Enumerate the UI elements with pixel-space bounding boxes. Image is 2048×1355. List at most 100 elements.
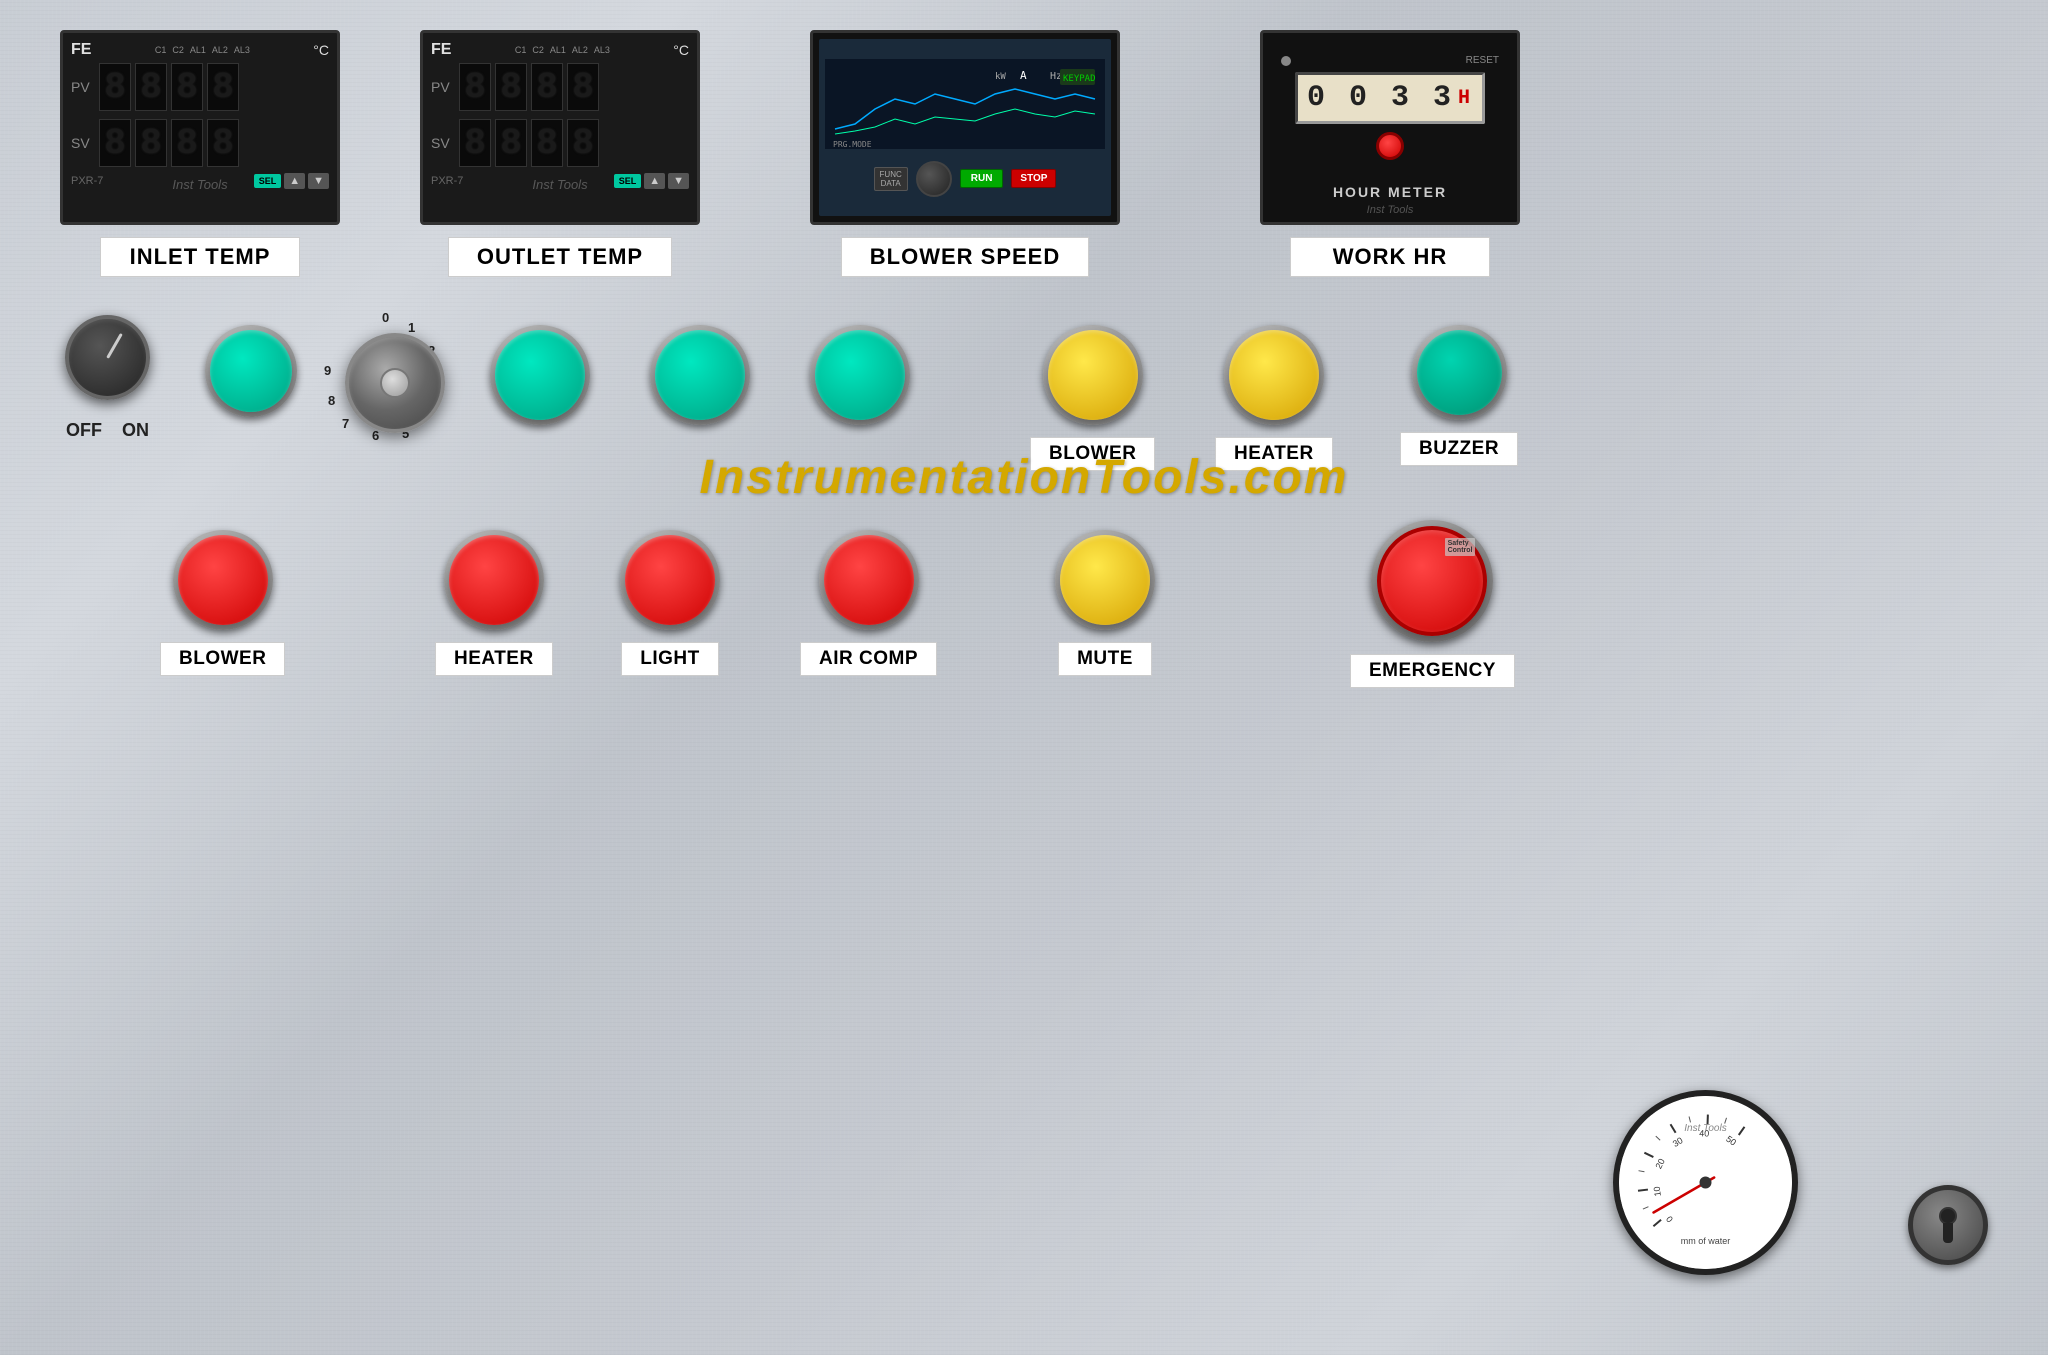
- air-comp-btn-label: AIR COMP: [800, 642, 937, 676]
- svg-text:mm of water: mm of water: [1681, 1236, 1731, 1246]
- outlet-temp-display: FE C1 C2 AL1 AL2 AL3 °C PV: [420, 30, 700, 225]
- blower-speed-group: Hz A kW PRG.MODE KEYPAD FUNCDATA RUN STO…: [810, 30, 1120, 277]
- power-rotary-switch[interactable]: [65, 315, 150, 400]
- emergency-btn-label: EMERGENCY: [1350, 654, 1515, 688]
- inlet-temp-label: INLET TEMP: [100, 237, 300, 277]
- blower-indicator[interactable]: [1048, 330, 1138, 420]
- emergency-btn-area: SafetyControl EMERGENCY: [1350, 520, 1515, 688]
- heater-btn-area: HEATER: [435, 530, 553, 676]
- blower-func-btn[interactable]: FUNCDATA: [874, 167, 908, 191]
- knob-center: [380, 368, 410, 398]
- blower-run-btn[interactable]: RUN: [960, 169, 1004, 188]
- work-hr-label: WORK HR: [1290, 237, 1490, 277]
- inlet-temp-display: FE C1 C2 AL1 AL2 AL3 °C PV: [60, 30, 340, 225]
- light-btn-ring: [620, 530, 720, 630]
- pxr-sv-display-1: [99, 119, 239, 167]
- teal-btn-1-area: [490, 325, 590, 425]
- blower-button[interactable]: [178, 535, 268, 625]
- blower-indicator-ring: [1043, 325, 1143, 425]
- pxr-model-2: PXR-7: [431, 175, 463, 187]
- selector-knob[interactable]: [345, 333, 445, 433]
- hour-meter-dot: [1281, 56, 1291, 66]
- watermark: InstrumentationTools.com: [700, 450, 1349, 505]
- teal-button-3[interactable]: [815, 330, 905, 420]
- light-btn-label: LIGHT: [621, 642, 719, 676]
- blower-btn-ring: [173, 530, 273, 630]
- power-on-indicator[interactable]: [210, 330, 292, 412]
- svg-text:A: A: [1020, 69, 1027, 82]
- power-switch-area: OFF ON: [65, 315, 150, 441]
- teal-btn-1-ring: [490, 325, 590, 425]
- hour-meter-reading: 0 0 3 3: [1307, 81, 1454, 115]
- heater-button[interactable]: [449, 535, 539, 625]
- pxr-model-1: PXR-7: [71, 175, 103, 187]
- gauge-svg: 0 10 20 30 40 50: [1619, 1096, 1792, 1269]
- pxr-up-btn-2[interactable]: ▲: [644, 173, 665, 189]
- off-label: OFF: [66, 420, 102, 441]
- svg-text:50: 50: [1724, 1134, 1738, 1148]
- blower-btn-label: BLOWER: [160, 642, 285, 676]
- teal-btn-3-ring: [810, 325, 910, 425]
- svg-text:30: 30: [1671, 1135, 1685, 1149]
- air-comp-button[interactable]: [824, 535, 914, 625]
- heater-indicator[interactable]: [1229, 330, 1319, 420]
- selector-knob-area: 0 1 2 3 4 5 6 7 8 9: [320, 308, 470, 458]
- buzzer-area: BUZZER: [1400, 325, 1518, 466]
- light-btn-area: LIGHT: [620, 530, 720, 676]
- teal-btn-2-ring: [650, 325, 750, 425]
- air-comp-btn-area: AIR COMP: [800, 530, 937, 676]
- blower-btn-area: BLOWER: [160, 530, 285, 676]
- keyhole-area: [1908, 1185, 1988, 1265]
- svg-text:PRG.MODE: PRG.MODE: [833, 140, 872, 149]
- control-panel: FE C1 C2 AL1 AL2 AL3 °C PV: [0, 0, 2048, 1355]
- pxr-sv-display-2: [459, 119, 599, 167]
- blower-stop-btn[interactable]: STOP: [1011, 169, 1056, 188]
- on-label: ON: [122, 420, 149, 441]
- mute-btn-label: MUTE: [1058, 642, 1152, 676]
- emergency-button[interactable]: SafetyControl: [1377, 526, 1487, 636]
- blower-speed-label: BLOWER SPEED: [841, 237, 1089, 277]
- mute-btn-ring: [1055, 530, 1155, 630]
- pxr-pv-display-1: [99, 63, 239, 111]
- pxr-sel-btn-1[interactable]: SEL: [254, 174, 282, 188]
- light-button[interactable]: [625, 535, 715, 625]
- blower-knob[interactable]: [916, 161, 952, 197]
- heater-btn-label: HEATER: [435, 642, 553, 676]
- inst-tools-mark-1: Inst Tools: [172, 177, 227, 192]
- buzzer-button[interactable]: [1417, 330, 1502, 415]
- outlet-temp-label: OUTLET TEMP: [448, 237, 672, 277]
- teal-button-2[interactable]: [655, 330, 745, 420]
- hour-meter-red-dot: [1376, 132, 1404, 160]
- pxr-up-btn-1[interactable]: ▲: [284, 173, 305, 189]
- keyhole[interactable]: [1908, 1185, 1988, 1265]
- gauge-area: 0 10 20 30 40 50: [1613, 1090, 1798, 1275]
- svg-text:KEYPAD: KEYPAD: [1063, 74, 1096, 84]
- teal-button-1[interactable]: [495, 330, 585, 420]
- buzzer-ring: [1412, 325, 1507, 420]
- mute-button[interactable]: [1060, 535, 1150, 625]
- pressure-gauge: 0 10 20 30 40 50: [1613, 1090, 1798, 1275]
- svg-text:0: 0: [1664, 1214, 1675, 1224]
- heater-btn-ring: [444, 530, 544, 630]
- mute-btn-area: MUTE: [1055, 530, 1155, 676]
- outlet-temp-group: FE C1 C2 AL1 AL2 AL3 °C PV: [420, 30, 700, 277]
- work-hr-group: RESET 0 0 3 3 H HOUR METER Inst Tools WO…: [1260, 30, 1520, 277]
- power-indicator-area: [205, 325, 297, 417]
- instruments-row: FE C1 C2 AL1 AL2 AL3 °C PV: [60, 30, 1520, 277]
- pxr-logo-1: FE: [71, 41, 91, 59]
- pxr-down-btn-2[interactable]: ▼: [668, 173, 689, 189]
- inst-tools-mark-3: Inst Tools: [1367, 204, 1414, 216]
- rotary-indicator: [106, 333, 123, 359]
- heater-indicator-ring: [1224, 325, 1324, 425]
- svg-text:10: 10: [1652, 1186, 1663, 1197]
- emergency-ring: SafetyControl: [1371, 520, 1493, 642]
- blower-speed-display: Hz A kW PRG.MODE KEYPAD FUNCDATA RUN STO…: [810, 30, 1120, 225]
- air-comp-btn-ring: [819, 530, 919, 630]
- green-indicator-ring: [205, 325, 297, 417]
- pxr-down-btn-1[interactable]: ▼: [308, 173, 329, 189]
- pxr-logo-2: FE: [431, 41, 451, 59]
- svg-text:kW: kW: [995, 72, 1006, 82]
- hour-meter-label: HOUR METER: [1333, 184, 1447, 200]
- pxr-sel-btn-2[interactable]: SEL: [614, 174, 642, 188]
- hour-unit: H: [1458, 87, 1473, 110]
